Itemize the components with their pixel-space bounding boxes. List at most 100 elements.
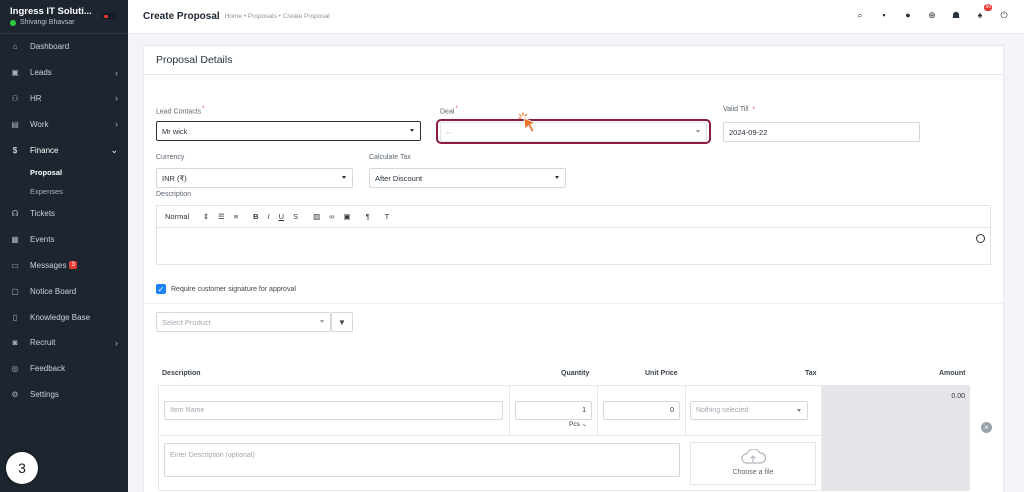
house-icon: ⌂ <box>12 42 18 52</box>
column-divider <box>685 385 686 435</box>
sidebar-item-label: Finance <box>30 145 59 155</box>
caret-down-icon <box>320 320 324 323</box>
caret-down-icon <box>696 130 700 133</box>
sidebar-item-dashboard[interactable]: ⌂ Dashboard <box>0 34 128 60</box>
sticky-note-icon[interactable]: ▪ <box>878 9 890 21</box>
sidebar-item-notice-board[interactable]: ▢ Notice Board <box>0 278 128 304</box>
sidebar-subitem-proposal[interactable]: Proposal <box>0 163 128 182</box>
sidebar-item-settings[interactable]: ⚙ Settings <box>0 382 128 408</box>
amount-column: 0.00 <box>822 385 970 491</box>
sidebar-item-label: Settings <box>30 389 59 399</box>
sidebar-item-finance[interactable]: $ Finance ⌄ <box>0 137 128 163</box>
remove-row-icon[interactable]: × <box>981 422 992 433</box>
deal-label: Deal* <box>440 106 458 116</box>
unit-price-input[interactable]: 0 <box>603 401 680 420</box>
sidebar-subitem-expenses[interactable]: Expenses <box>0 182 128 201</box>
proposal-card: Proposal Details Lead Contacts* Mr wick … <box>143 45 1004 492</box>
sidebar-item-feedback[interactable]: ◎ Feedback <box>0 356 128 382</box>
clipboard-icon: ▢ <box>11 286 19 296</box>
sidebar: Ingress IT Soluti... Shivangi Bhavsar ⌂ D… <box>0 0 128 492</box>
calculate-tax-select[interactable]: After Discount <box>369 168 566 188</box>
sidebar-item-label: Events <box>30 235 55 245</box>
sidebar-item-events[interactable]: ▦ Events <box>0 227 128 253</box>
link-icon[interactable]: ∞ <box>329 212 334 221</box>
sidebar-toggle-icon[interactable] <box>102 13 116 19</box>
calculate-tax-value: After Discount <box>375 173 423 183</box>
user-status: Shivangi Bhavsar <box>10 19 118 26</box>
chevron-right-icon: › <box>115 119 118 130</box>
currency-select[interactable]: INR (₹) <box>156 168 353 188</box>
gear-icon: ⚙ <box>11 389 19 399</box>
sidebar-header[interactable]: Ingress IT Soluti... Shivangi Bhavsar <box>0 0 128 34</box>
lead-contacts-select[interactable]: Mr wick <box>156 121 421 141</box>
file-upload[interactable]: Choose a file <box>690 442 816 485</box>
sidebar-nav: ⌂ Dashboard ▣ Leads › ⚇ HR › ▤ Work › $ Finance ⌄… <box>0 34 128 407</box>
ordered-list-icon[interactable]: ☰ <box>218 212 225 221</box>
calculate-tax-label: Calculate Tax <box>369 154 411 161</box>
filter-button[interactable]: ▼ <box>331 312 353 332</box>
sidebar-item-knowledge-base[interactable]: ▯ Knowledge Base <box>0 304 128 330</box>
topbar: Create Proposal Home • Proposals • Creat… <box>128 0 1024 34</box>
underline-icon[interactable]: U <box>279 212 284 221</box>
bullet-list-icon[interactable]: ≡ <box>234 212 238 221</box>
plus-circle-icon[interactable]: ⊕ <box>926 9 938 21</box>
divider <box>144 303 1003 304</box>
emoji-icon[interactable] <box>976 234 985 243</box>
currency-label: Currency <box>156 154 185 161</box>
help-bubble[interactable]: 3 <box>6 452 38 484</box>
bold-icon[interactable]: B <box>253 212 258 221</box>
deal-select[interactable]: -- <box>440 122 707 142</box>
clear-format-icon[interactable]: T <box>385 212 390 221</box>
quantity-input[interactable]: 1 <box>515 401 592 420</box>
valid-till-label-text: Valid Till <box>723 106 749 113</box>
column-header-quantity: Quantity <box>561 370 590 377</box>
description-editor[interactable]: Normal ⇕ ☰ ≡ B I U S ▨ ∞ ▣ ¶ T <box>156 205 991 265</box>
notification-badge: 50 <box>984 4 992 11</box>
id-card-icon: ▣ <box>11 68 19 78</box>
people-icon: ⚇ <box>11 93 19 103</box>
sidebar-item-leads[interactable]: ▣ Leads › <box>0 60 128 86</box>
lead-contacts-label-text: Lead Contacts <box>156 108 202 116</box>
chevron-right-icon: › <box>115 67 118 78</box>
sidebar-item-label: Dashboard <box>30 42 70 52</box>
checkmark-icon[interactable]: ✓ <box>156 284 166 294</box>
chevron-down-icon: ⌄ <box>110 144 118 155</box>
format-select[interactable]: Normal ⇕ <box>165 212 209 221</box>
sidebar-item-hr[interactable]: ⚇ HR › <box>0 86 128 112</box>
italic-icon[interactable]: I <box>268 212 270 221</box>
breadcrumb: Home • Proposals • Create Proposal <box>224 13 330 20</box>
sidebar-item-work[interactable]: ▤ Work › <box>0 111 128 137</box>
top-icons: ⌕ ▪ ● ⊕ ☗ ♠ 50 ⏻ <box>854 4 1010 21</box>
valid-till-input[interactable]: 2024-09-22 <box>723 122 920 142</box>
power-icon[interactable]: ⏻ <box>998 9 1010 21</box>
sidebar-item-tickets[interactable]: ☊ Tickets <box>0 201 128 227</box>
image-icon[interactable]: ▨ <box>313 212 320 221</box>
tax-value: Nothing selected <box>696 407 749 414</box>
sidebar-item-messages[interactable]: ▭ Messages 3 <box>0 253 128 279</box>
clock-icon[interactable]: ● <box>902 9 914 21</box>
item-name-input[interactable]: Item Name <box>164 401 503 420</box>
tax-select[interactable]: Nothing selected <box>690 401 808 420</box>
filter-icon: ▼ <box>338 317 346 327</box>
bell-icon[interactable]: ♠ 50 <box>974 4 992 21</box>
text-direction-icon[interactable]: ¶ <box>366 212 370 221</box>
strikethrough-icon[interactable]: S <box>293 212 298 221</box>
signature-checkbox-row[interactable]: ✓ Require customer signature for approva… <box>156 284 296 294</box>
signature-label: Require customer signature for approval <box>171 285 296 293</box>
choose-file-label: Choose a file <box>732 469 774 476</box>
sidebar-item-label: Leads <box>30 68 52 78</box>
column-divider <box>509 385 510 435</box>
feedback-icon: ◎ <box>11 364 19 374</box>
video-icon[interactable]: ▣ <box>344 212 351 221</box>
select-product[interactable]: Select Product <box>156 312 331 332</box>
search-icon[interactable]: ⌕ <box>854 9 866 21</box>
sidebar-item-recruit[interactable]: ◙ Recruit › <box>0 330 128 356</box>
column-header-tax: Tax <box>805 370 817 377</box>
item-description-textarea[interactable]: Enter Description (optional) <box>164 443 680 477</box>
lead-contacts-label: Lead Contacts* <box>156 106 205 116</box>
unit-select[interactable]: Pcs ⌄ <box>569 420 587 428</box>
column-divider <box>597 385 598 435</box>
sidebar-item-label: Recruit <box>30 338 56 348</box>
sidebar-item-label: Knowledge Base <box>30 312 91 322</box>
user-avatar-icon[interactable]: ☗ <box>950 9 962 21</box>
